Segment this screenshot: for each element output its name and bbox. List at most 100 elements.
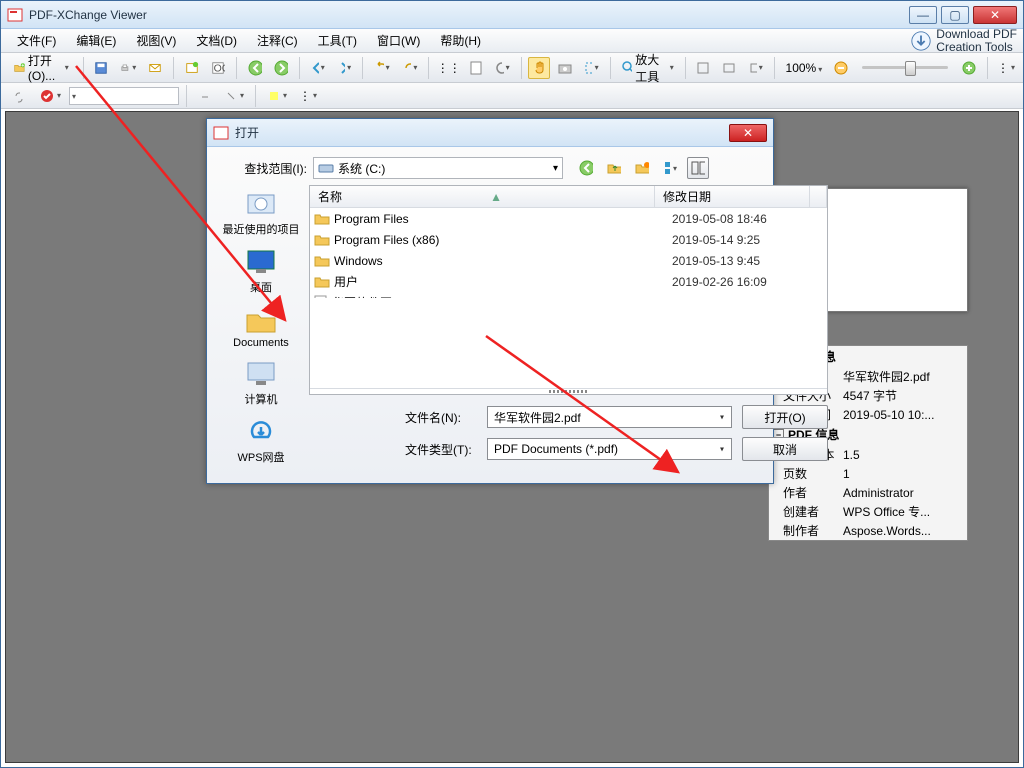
redo-button[interactable] — [398, 57, 422, 79]
file-row[interactable]: Program Files2019-05-08 18:46 — [310, 208, 827, 229]
link-tool-button[interactable] — [194, 85, 216, 107]
save-button[interactable] — [90, 57, 112, 79]
go-back-button[interactable] — [575, 157, 597, 179]
view-menu-button[interactable] — [659, 157, 681, 179]
list-splitter[interactable] — [310, 388, 827, 394]
print-button[interactable] — [116, 57, 140, 79]
look-in-select[interactable]: 系统 (C:)▾ — [313, 157, 563, 179]
arrow-right-icon — [274, 60, 288, 76]
save-icon — [94, 60, 108, 76]
property-row: 作者Administrator — [769, 483, 967, 502]
rotate-button[interactable] — [491, 57, 513, 79]
maximize-button[interactable]: ▢ — [941, 6, 969, 24]
place-computer[interactable]: 计算机 — [221, 355, 301, 411]
new-folder-button[interactable] — [631, 157, 653, 179]
zoom-out-button[interactable] — [830, 57, 852, 79]
attach-button[interactable] — [220, 85, 248, 107]
menu-edit[interactable]: 编辑(E) — [66, 29, 126, 52]
folder-up-icon — [607, 160, 621, 176]
zoom-slider[interactable] — [862, 66, 948, 69]
fit-page-button[interactable] — [692, 57, 714, 79]
scan-button[interactable] — [181, 57, 203, 79]
menu-view[interactable]: 视图(V) — [126, 29, 186, 52]
open-button-dialog[interactable]: 打开(O) — [742, 405, 828, 429]
bookmark-button[interactable] — [35, 85, 65, 107]
email-button[interactable] — [144, 57, 166, 79]
page-next-button[interactable] — [333, 57, 355, 79]
camera-icon — [558, 61, 572, 75]
tool1-button[interactable]: ⋮⋮ — [436, 57, 461, 79]
dialog-title: 打开 — [235, 124, 729, 141]
folder-icon — [314, 254, 330, 268]
more2-button[interactable]: ⋮ — [295, 85, 321, 107]
filetype-label: 文件类型(T): — [405, 441, 477, 458]
more-button[interactable]: ⋮ — [995, 57, 1017, 79]
menu-tools[interactable]: 工具(T) — [308, 29, 367, 52]
redo-icon — [402, 60, 412, 76]
place-recent[interactable]: 最近使用的项目 — [221, 185, 301, 241]
open-button[interactable]: 打开(O)... — [7, 57, 76, 79]
tool2-button[interactable] — [465, 57, 487, 79]
menu-comment[interactable]: 注释(C) — [247, 29, 308, 52]
arrow-left-icon — [579, 160, 593, 176]
hand-icon — [532, 60, 546, 76]
snapshot-button[interactable] — [554, 57, 576, 79]
undo-icon — [374, 60, 384, 76]
close-button[interactable]: ✕ — [973, 6, 1017, 24]
svg-text:OCR: OCR — [214, 62, 225, 74]
attach-icon — [224, 89, 238, 103]
filetype-select[interactable]: PDF Documents (*.pdf) — [487, 438, 732, 460]
fitmore-icon — [748, 61, 756, 75]
toolbar-main: 打开(O)... OCR ⋮⋮ 放大工具 — [1, 53, 1023, 83]
view-icon — [663, 160, 671, 176]
file-row[interactable]: Program Files (x86)2019-05-14 9:25 — [310, 229, 827, 250]
page-prev-button[interactable] — [306, 57, 328, 79]
zoom-value[interactable]: 100% — [782, 61, 827, 75]
link-button[interactable] — [7, 85, 31, 107]
place-documents[interactable]: Documents — [221, 301, 301, 353]
fit-width-button[interactable] — [718, 57, 740, 79]
zoom-tool-button[interactable]: 放大工具 — [617, 57, 677, 79]
nav-fwd-button[interactable] — [270, 57, 292, 79]
cancel-button[interactable]: 取消 — [742, 437, 828, 461]
highlight-button[interactable] — [263, 85, 291, 107]
page-icon — [469, 61, 483, 75]
preview-icon — [691, 161, 705, 175]
scan-icon — [185, 60, 199, 76]
fitwidth-icon — [722, 61, 736, 75]
file-list[interactable]: 名称▲ 修改日期 Program Files2019-05-08 18:46Pr… — [309, 185, 828, 395]
filename-label: 文件名(N): — [405, 409, 477, 426]
app-icon — [7, 7, 23, 23]
nav-back-button[interactable] — [244, 57, 266, 79]
file-row[interactable]: Windows2019-05-13 9:45 — [310, 250, 827, 271]
fit-more-button[interactable] — [744, 57, 766, 79]
undo-button[interactable] — [370, 57, 394, 79]
filename-input[interactable]: 华军软件园2.pdf — [487, 406, 732, 428]
place-wps[interactable]: WPS网盘 — [221, 413, 301, 469]
arrow-left-icon — [248, 60, 262, 76]
menu-help[interactable]: 帮助(H) — [430, 29, 491, 52]
place-desktop[interactable]: 桌面 — [221, 243, 301, 299]
col-name-header[interactable]: 名称▲ — [310, 186, 655, 207]
file-row[interactable]: 用户2019-02-26 16:09 — [310, 271, 827, 292]
preview-toggle-button[interactable] — [687, 157, 709, 179]
menu-document[interactable]: 文档(D) — [186, 29, 247, 52]
link-icon — [11, 88, 27, 104]
ocr-button[interactable]: OCR — [207, 57, 229, 79]
zoom-in-button[interactable] — [958, 57, 980, 79]
minimize-button[interactable]: — — [909, 6, 937, 24]
highlight-icon — [267, 89, 281, 103]
download-tools-link[interactable]: Download PDFCreation Tools — [910, 28, 1017, 53]
hand-tool-button[interactable] — [528, 57, 550, 79]
select-button[interactable] — [580, 57, 602, 79]
main-titlebar: PDF-XChange Viewer — ▢ ✕ — [1, 1, 1023, 29]
address-input[interactable] — [69, 87, 179, 105]
dialog-close-button[interactable]: ✕ — [729, 124, 767, 142]
col-date-header[interactable]: 修改日期 — [655, 186, 810, 207]
drive-icon — [318, 160, 334, 176]
menu-file[interactable]: 文件(F) — [7, 29, 66, 52]
up-button[interactable] — [603, 157, 625, 179]
menu-window[interactable]: 窗口(W) — [367, 29, 430, 52]
rotate-icon — [495, 61, 503, 75]
property-row: 制作者Aspose.Words... — [769, 521, 967, 540]
